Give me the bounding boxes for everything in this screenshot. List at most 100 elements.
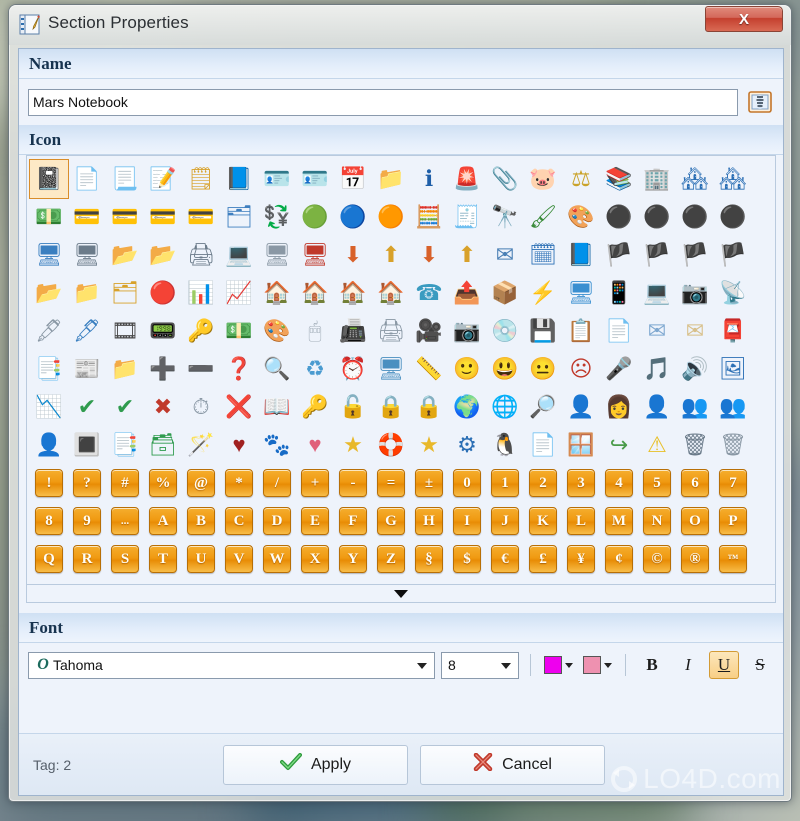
icon-cell-office-building-icon[interactable]: 🏢: [638, 160, 676, 198]
char-tile-™[interactable]: ™: [714, 540, 752, 578]
fore-color-button[interactable]: [542, 654, 575, 676]
italic-button[interactable]: I: [673, 651, 703, 679]
icon-cell-pound-coin-icon[interactable]: 🟠: [372, 198, 410, 236]
char-tile-W[interactable]: W: [258, 540, 296, 578]
icon-cell-ruler-icon[interactable]: 📏: [410, 350, 448, 388]
icon-cell-scales-balance-icon[interactable]: ⚖: [562, 160, 600, 198]
char-tile-D[interactable]: D: [258, 502, 296, 540]
icon-cell-network-printer-icon[interactable]: 🖨: [182, 236, 220, 274]
apply-button[interactable]: Apply: [223, 744, 408, 785]
icon-cell-telephone-icon[interactable]: ☎: [410, 274, 448, 312]
char-tile-$[interactable]: $: [448, 540, 486, 578]
char-tile-?[interactable]: ?: [68, 464, 106, 502]
icon-cell-cash-bills-icon[interactable]: 💵: [30, 198, 68, 236]
icon-cell-smiley-grin-icon[interactable]: 😃: [486, 350, 524, 388]
icon-cell-monitor-icon[interactable]: 🖥: [562, 274, 600, 312]
char-tile-E[interactable]: E: [296, 502, 334, 540]
icon-cell-mail-send-icon[interactable]: ✉: [638, 312, 676, 350]
char-tile-...[interactable]: ...: [106, 502, 144, 540]
icon-cell-currency-exchange-icon[interactable]: 💱: [258, 198, 296, 236]
char-tile-Q[interactable]: Q: [30, 540, 68, 578]
icon-cell-server-icon[interactable]: 🖥: [258, 236, 296, 274]
icon-cell-stopwatch-icon[interactable]: ⏱: [182, 388, 220, 426]
icon-cell-microphone-icon[interactable]: 🎤: [600, 350, 638, 388]
icon-cell-media-window-icon[interactable]: 🖼: [714, 350, 752, 388]
icon-cell-envelope-note-icon[interactable]: ✉: [486, 236, 524, 274]
icon-cell-minus-remove-icon[interactable]: ➖: [182, 350, 220, 388]
char-tile-=[interactable]: =: [372, 464, 410, 502]
char-tile-5[interactable]: 5: [638, 464, 676, 502]
icon-cell-address-book-icon[interactable]: 📘: [562, 236, 600, 274]
icon-cell-edit-note-icon[interactable]: 📝: [144, 160, 182, 198]
icon-cell-house-tan-icon[interactable]: 🏠: [258, 274, 296, 312]
char-tile-€[interactable]: €: [486, 540, 524, 578]
icon-cell-pie-chart-icon[interactable]: 📈: [220, 274, 258, 312]
icon-cell-server-monitor-icon[interactable]: 💻: [220, 236, 258, 274]
char-tile-N[interactable]: N: [638, 502, 676, 540]
icon-cell-download-doc-icon[interactable]: ⬇: [410, 236, 448, 274]
strikethrough-button[interactable]: S: [745, 651, 775, 679]
icon-cell-cheque-icon[interactable]: 🧾: [448, 198, 486, 236]
char-tile-O[interactable]: O: [676, 502, 714, 540]
icon-cell-download-form-icon[interactable]: ⬇: [334, 236, 372, 274]
icon-cell-visa-card-icon[interactable]: 💳: [182, 198, 220, 236]
char-tile--[interactable]: -: [334, 464, 372, 502]
icon-cell-lock-closed-icon[interactable]: 🔒: [372, 388, 410, 426]
icon-cell-folder-settings-icon[interactable]: 📁: [372, 160, 410, 198]
icon-cell-shared-folder-icon[interactable]: 📂: [106, 236, 144, 274]
icon-cell-money-bundle-icon[interactable]: 💵: [220, 312, 258, 350]
icon-cell-fax-machine-icon[interactable]: 📠: [334, 312, 372, 350]
icon-cell-network-node-gray-icon[interactable]: ⚫: [714, 198, 752, 236]
icon-cell-mastercard-icon[interactable]: 💳: [144, 198, 182, 236]
icon-cell-flag-red-icon[interactable]: 🏴: [676, 236, 714, 274]
icon-cell-calendar-icon[interactable]: 📅: [334, 160, 372, 198]
icon-cell-smiley-happy-icon[interactable]: 🙂: [448, 350, 486, 388]
icon-cell-copy-document-icon[interactable]: 📄: [600, 312, 638, 350]
section-name-input[interactable]: [28, 88, 738, 116]
icon-grid-expand-button[interactable]: [26, 585, 776, 603]
icon-cell-smiley-sad-red-icon[interactable]: ☹: [562, 350, 600, 388]
icon-cell-recycle-bin-icon[interactable]: ♻: [296, 350, 334, 388]
icon-cell-paint-brush-icon[interactable]: 🖌: [524, 198, 562, 236]
char-tile-/[interactable]: /: [258, 464, 296, 502]
char-tile-@[interactable]: @: [182, 464, 220, 502]
icon-cell-network-node-cyan-icon[interactable]: ⚫: [638, 198, 676, 236]
icon-cell-warning-triangle-icon[interactable]: ⚠: [638, 426, 676, 464]
icon-cell-folder-closed-icon[interactable]: 📁: [68, 274, 106, 312]
icon-cell-globe-icon[interactable]: 🌍: [448, 388, 486, 426]
icon-cell-building-export-icon[interactable]: 🏘: [714, 160, 752, 198]
icon-cell-globe-search-icon[interactable]: 🔎: [524, 388, 562, 426]
icon-cell-fountain-pen-icon[interactable]: 🖋: [30, 312, 68, 350]
icon-cell-file-colors-icon[interactable]: 📄: [524, 426, 562, 464]
char-tile-8[interactable]: 8: [30, 502, 68, 540]
icon-cell-note-with-card-icon[interactable]: 🗒: [182, 160, 220, 198]
icon-cell-mail-tray-icon[interactable]: 📤: [448, 274, 486, 312]
icon-cell-contact-card-alt-icon[interactable]: 🪪: [296, 160, 334, 198]
char-tile-F[interactable]: F: [334, 502, 372, 540]
icon-cell-bar-chart-icon[interactable]: 📊: [182, 274, 220, 312]
icon-cell-film-reel-icon[interactable]: 🎞: [106, 312, 144, 350]
icon-cell-gears-settings-icon[interactable]: ⚙: [448, 426, 486, 464]
char-tile-1[interactable]: 1: [486, 464, 524, 502]
icon-cell-wireless-signal-icon[interactable]: 📡: [714, 274, 752, 312]
icon-cell-amex-card-icon[interactable]: 💳: [68, 198, 106, 236]
char-tile-3[interactable]: 3: [562, 464, 600, 502]
underline-button[interactable]: U: [709, 651, 739, 679]
icon-cell-calculator-icon[interactable]: 🧮: [410, 198, 448, 236]
icon-cell-magic-wand-icon[interactable]: 🪄: [182, 426, 220, 464]
icon-cell-smiley-neutral-green-icon[interactable]: 😐: [524, 350, 562, 388]
icon-cell-question-help-icon[interactable]: ❓: [220, 350, 258, 388]
icon-cell-web-folder-icon[interactable]: 📂: [144, 236, 182, 274]
icon-cell-discover-card-icon[interactable]: 💳: [106, 198, 144, 236]
char-tile-Y[interactable]: Y: [334, 540, 372, 578]
icon-cell-key-icon[interactable]: 🔑: [296, 388, 334, 426]
icon-cell-heart-dark-red-icon[interactable]: ♥: [220, 426, 258, 464]
icon-cell-database-settings-icon[interactable]: 🗃: [144, 426, 182, 464]
icon-cell-alarm-clock-icon[interactable]: ⏰: [334, 350, 372, 388]
icon-cell-flag-purple-icon[interactable]: 🏴: [600, 236, 638, 274]
icon-cell-presentation-icon[interactable]: 🖥: [372, 350, 410, 388]
char-tile-T[interactable]: T: [144, 540, 182, 578]
font-family-select[interactable]: O Tahoma: [28, 651, 435, 679]
icon-cell-house-purple-icon[interactable]: 🏠: [334, 274, 372, 312]
icon-cell-flag-yellow-icon[interactable]: 🏴: [714, 236, 752, 274]
